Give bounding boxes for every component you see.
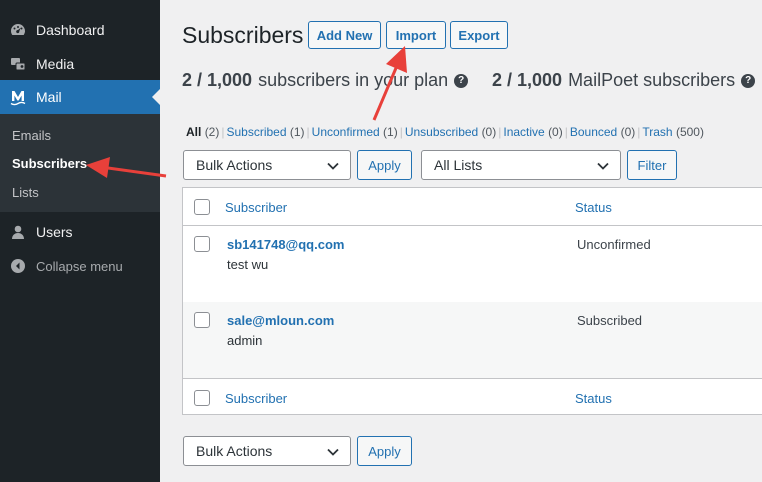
bulk-actions-value: Bulk Actions <box>196 443 273 459</box>
filter-button[interactable]: Filter <box>627 150 677 180</box>
import-button[interactable]: Import <box>386 21 446 49</box>
bulk-actions-select[interactable]: Bulk Actions <box>183 150 351 180</box>
table-footer: Subscriber Status <box>183 378 762 416</box>
submenu-item-subscribers[interactable]: Subscribers <box>12 156 87 171</box>
collapse-menu-label: Collapse menu <box>36 258 123 274</box>
filter-unconfirmed[interactable]: Unconfirmed <box>312 125 380 139</box>
users-icon <box>0 223 36 241</box>
sidebar-item-label: Users <box>36 224 73 240</box>
dashboard-icon <box>0 21 36 39</box>
subscriber-email[interactable]: sb141748@qq.com <box>227 237 344 252</box>
table-row: sb141748@qq.com test wu Unconfirmed <box>183 226 762 302</box>
filter-inactive[interactable]: Inactive <box>503 125 544 139</box>
subscriber-name: test wu <box>227 257 269 272</box>
filter-count: (1) <box>289 125 305 139</box>
export-button[interactable]: Export <box>450 21 508 49</box>
sidebar-item-label: Dashboard <box>36 22 105 38</box>
filter-count: (0) <box>548 125 563 139</box>
page-title: Subscribers <box>182 22 304 48</box>
row-checkbox[interactable] <box>194 312 210 328</box>
mailpoet-icon <box>0 88 36 106</box>
bulk-actions-select-bottom[interactable]: Bulk Actions <box>183 436 351 466</box>
filter-unsubscribed[interactable]: Unsubscribed <box>405 125 478 139</box>
sidebar-item-label: Media <box>36 56 75 72</box>
help-icon[interactable]: ? <box>454 73 469 88</box>
chevron-down-icon <box>327 162 339 170</box>
filter-trash[interactable]: Trash <box>642 125 672 139</box>
filter-count: (2) <box>204 125 220 139</box>
collapse-icon <box>0 257 36 275</box>
bulk-actions-value: Bulk Actions <box>196 157 273 173</box>
filter-count: (0) <box>620 125 636 139</box>
chevron-down-icon <box>597 162 609 170</box>
sidebar-item-dashboard[interactable]: Dashboard <box>0 13 160 47</box>
sidebar-item-media[interactable]: Media <box>0 47 160 81</box>
plan-count: 2 / 1,000 <box>182 70 253 90</box>
mail-submenu: Emails Subscribers Lists <box>0 114 160 212</box>
mailpoet-text: MailPoet subscribers <box>568 70 736 90</box>
filter-count: (0) <box>481 125 497 139</box>
row-checkbox[interactable] <box>194 236 210 252</box>
mailpoet-usage: 2 / 1,000 MailPoet subscribers ? <box>492 70 756 91</box>
select-all-checkbox[interactable] <box>194 390 210 406</box>
add-new-button[interactable]: Add New <box>308 21 381 49</box>
admin-sidebar: Dashboard Media Mail Emails Subscribers … <box>0 0 160 482</box>
column-subscriber[interactable]: Subscriber <box>225 391 287 406</box>
help-icon[interactable]: ? <box>741 73 756 88</box>
sidebar-item-users[interactable]: Users <box>0 215 160 249</box>
sidebar-item-label: Mail <box>36 89 62 105</box>
select-all-checkbox[interactable] <box>194 199 210 215</box>
filter-count: (500) <box>675 125 704 139</box>
collapse-menu-button[interactable]: Collapse menu <box>0 256 160 276</box>
subscriber-email[interactable]: sale@mloun.com <box>227 313 334 328</box>
column-status[interactable]: Status <box>575 200 612 215</box>
subscriber-name: admin <box>227 333 263 348</box>
table-header: Subscriber Status <box>183 188 762 226</box>
filter-count: (1) <box>383 125 398 139</box>
apply-button[interactable]: Apply <box>357 150 412 180</box>
submenu-item-emails[interactable]: Emails <box>12 128 51 143</box>
subscribers-table: Subscriber Status sb141748@qq.com test w… <box>182 187 762 415</box>
chevron-down-icon <box>327 448 339 456</box>
mailpoet-count: 2 / 1,000 <box>492 70 563 90</box>
plan-usage: 2 / 1,000 subscribers in your plan ? <box>182 70 469 91</box>
subscriber-status: Unconfirmed <box>577 237 651 252</box>
submenu-item-lists[interactable]: Lists <box>12 185 39 200</box>
status-filter-links: All (2) | Subscribed (1) | Unconfirmed (1) | U… <box>186 125 704 139</box>
lists-filter-value: All Lists <box>434 157 483 173</box>
filter-bounced[interactable]: Bounced <box>570 125 617 139</box>
table-row: sale@mloun.com admin Subscribed <box>183 302 762 378</box>
media-icon <box>0 55 36 73</box>
lists-filter-select[interactable]: All Lists <box>421 150 621 180</box>
filter-subscribed[interactable]: Subscribed <box>226 125 286 139</box>
plan-text: subscribers in your plan <box>258 70 449 90</box>
filter-all[interactable]: All <box>186 125 201 139</box>
column-status[interactable]: Status <box>575 391 612 406</box>
subscriber-status: Subscribed <box>577 313 643 328</box>
column-subscriber[interactable]: Subscriber <box>225 200 287 215</box>
sidebar-item-mail[interactable]: Mail <box>0 80 160 114</box>
apply-button-bottom[interactable]: Apply <box>357 436 412 466</box>
